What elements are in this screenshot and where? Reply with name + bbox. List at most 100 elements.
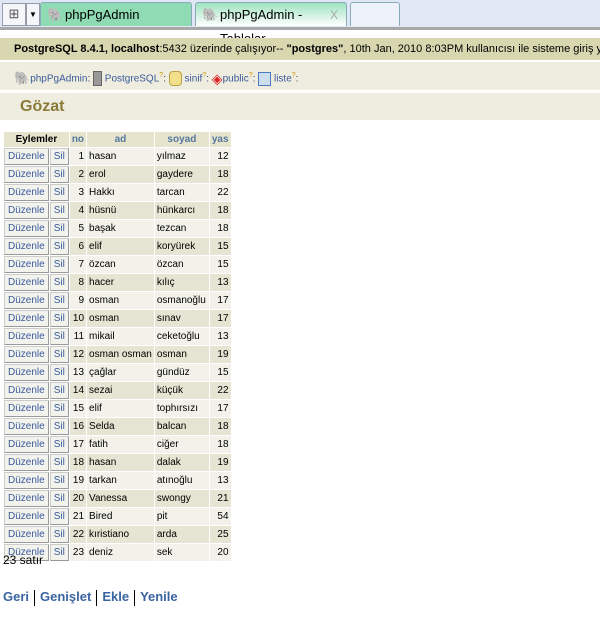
cell-no: 17 bbox=[69, 436, 87, 453]
tab-label: phpPgAdmin bbox=[65, 7, 140, 22]
header-soyad[interactable]: soyad bbox=[154, 132, 209, 147]
breadcrumb-sinif[interactable]: sinif bbox=[185, 73, 203, 84]
delete-button[interactable]: Sil bbox=[49, 256, 69, 273]
cell-soyad: dalak bbox=[154, 454, 209, 471]
edit-button[interactable]: Düzenle bbox=[4, 382, 49, 399]
breadcrumb-liste[interactable]: liste bbox=[274, 73, 292, 84]
tab-phppgadmin[interactable]: 🐘 phpPgAdmin bbox=[40, 2, 192, 26]
cell-no: 19 bbox=[69, 472, 87, 489]
edit-button[interactable]: Düzenle bbox=[4, 256, 49, 273]
cell-yas: 13 bbox=[209, 472, 231, 489]
edit-button[interactable]: Düzenle bbox=[4, 364, 49, 381]
delete-button[interactable]: Sil bbox=[49, 166, 69, 183]
edit-button[interactable]: Düzenle bbox=[4, 220, 49, 237]
cell-soyad: tarcan bbox=[154, 184, 209, 201]
edit-button[interactable]: Düzenle bbox=[4, 472, 49, 489]
delete-button[interactable]: Sil bbox=[49, 544, 69, 561]
row-count: 23 satır bbox=[3, 553, 44, 567]
edit-button[interactable]: Düzenle bbox=[4, 166, 49, 183]
cell-yas: 13 bbox=[209, 274, 231, 291]
cell-ad: elif bbox=[87, 400, 154, 417]
delete-button[interactable]: Sil bbox=[49, 292, 69, 309]
back-link[interactable]: Geri bbox=[3, 589, 29, 604]
page-title: Gözat bbox=[0, 93, 600, 120]
cell-soyad: arda bbox=[154, 526, 209, 543]
breadcrumb-postgresql[interactable]: PostgreSQL bbox=[105, 73, 159, 84]
delete-button[interactable]: Sil bbox=[49, 490, 69, 507]
delete-button[interactable]: Sil bbox=[49, 220, 69, 237]
close-tab-icon[interactable]: X bbox=[330, 3, 338, 27]
new-tab-button[interactable] bbox=[350, 2, 400, 26]
table-row: Düzenle Sil 11 mikail ceketoğlu 13 bbox=[4, 328, 231, 345]
cell-ad: Hakkı bbox=[87, 184, 154, 201]
edit-button[interactable]: Düzenle bbox=[4, 454, 49, 471]
cell-yas: 18 bbox=[209, 418, 231, 435]
delete-button[interactable]: Sil bbox=[49, 346, 69, 363]
delete-button[interactable]: Sil bbox=[49, 310, 69, 327]
table-row: Düzenle Sil 19 tarkan atınoğlu 13 bbox=[4, 472, 231, 489]
delete-button[interactable]: Sil bbox=[49, 400, 69, 417]
cell-no: 5 bbox=[69, 220, 87, 237]
tab-grid-icon[interactable]: ⊞ bbox=[2, 3, 26, 26]
delete-button[interactable]: Sil bbox=[49, 508, 69, 525]
cell-soyad: sek bbox=[154, 544, 209, 561]
edit-button[interactable]: Düzenle bbox=[4, 328, 49, 345]
delete-button[interactable]: Sil bbox=[49, 202, 69, 219]
delete-button[interactable]: Sil bbox=[49, 364, 69, 381]
table-row: Düzenle Sil 12 osman osman osman 19 bbox=[4, 346, 231, 363]
elephant-icon: 🐘 bbox=[14, 70, 31, 86]
table-row: Düzenle Sil 21 Bired pit 54 bbox=[4, 508, 231, 525]
table-row: Düzenle Sil 5 başak tezcan 18 bbox=[4, 220, 231, 237]
tab-tablolar[interactable]: 🐘phpPgAdmin - TablolarX bbox=[195, 2, 347, 46]
delete-button[interactable]: Sil bbox=[49, 148, 69, 165]
delete-button[interactable]: Sil bbox=[49, 472, 69, 489]
cell-no: 22 bbox=[69, 526, 87, 543]
delete-button[interactable]: Sil bbox=[49, 418, 69, 435]
edit-button[interactable]: Düzenle bbox=[4, 238, 49, 255]
delete-button[interactable]: Sil bbox=[49, 436, 69, 453]
table-row: Düzenle Sil 14 sezai küçük 22 bbox=[4, 382, 231, 399]
edit-button[interactable]: Düzenle bbox=[4, 310, 49, 327]
delete-button[interactable]: Sil bbox=[49, 526, 69, 543]
cell-soyad: kılıç bbox=[154, 274, 209, 291]
delete-button[interactable]: Sil bbox=[49, 382, 69, 399]
header-no[interactable]: no bbox=[69, 132, 87, 147]
delete-button[interactable]: Sil bbox=[49, 184, 69, 201]
edit-button[interactable]: Düzenle bbox=[4, 418, 49, 435]
edit-button[interactable]: Düzenle bbox=[4, 148, 49, 165]
expand-link[interactable]: Genişlet bbox=[40, 589, 91, 604]
cell-yas: 25 bbox=[209, 526, 231, 543]
edit-button[interactable]: Düzenle bbox=[4, 292, 49, 309]
refresh-link[interactable]: Yenile bbox=[140, 589, 178, 604]
header-yas[interactable]: yas bbox=[209, 132, 231, 147]
cell-ad: fatih bbox=[87, 436, 154, 453]
edit-button[interactable]: Düzenle bbox=[4, 526, 49, 543]
edit-button[interactable]: Düzenle bbox=[4, 184, 49, 201]
cell-ad: hüsnü bbox=[87, 202, 154, 219]
cell-soyad: ciğer bbox=[154, 436, 209, 453]
server-icon bbox=[93, 71, 103, 87]
delete-button[interactable]: Sil bbox=[49, 328, 69, 345]
edit-button[interactable]: Düzenle bbox=[4, 346, 49, 363]
cell-yas: 19 bbox=[209, 346, 231, 363]
cell-ad: Bired bbox=[87, 508, 154, 525]
breadcrumb-phppgadmin[interactable]: phpPgAdmin bbox=[30, 73, 87, 84]
tab-list-dropdown[interactable]: ▼ bbox=[26, 3, 40, 26]
cell-no: 4 bbox=[69, 202, 87, 219]
breadcrumb-public[interactable]: public bbox=[223, 73, 249, 84]
cell-yas: 19 bbox=[209, 454, 231, 471]
edit-button[interactable]: Düzenle bbox=[4, 490, 49, 507]
delete-button[interactable]: Sil bbox=[49, 274, 69, 291]
edit-button[interactable]: Düzenle bbox=[4, 436, 49, 453]
edit-button[interactable]: Düzenle bbox=[4, 274, 49, 291]
delete-button[interactable]: Sil bbox=[49, 238, 69, 255]
insert-link[interactable]: Ekle bbox=[102, 589, 129, 604]
edit-button[interactable]: Düzenle bbox=[4, 400, 49, 417]
cell-ad: Vanessa bbox=[87, 490, 154, 507]
database-icon bbox=[168, 71, 182, 87]
header-ad[interactable]: ad bbox=[87, 132, 154, 147]
cell-no: 9 bbox=[69, 292, 87, 309]
edit-button[interactable]: Düzenle bbox=[4, 202, 49, 219]
delete-button[interactable]: Sil bbox=[49, 454, 69, 471]
edit-button[interactable]: Düzenle bbox=[4, 508, 49, 525]
